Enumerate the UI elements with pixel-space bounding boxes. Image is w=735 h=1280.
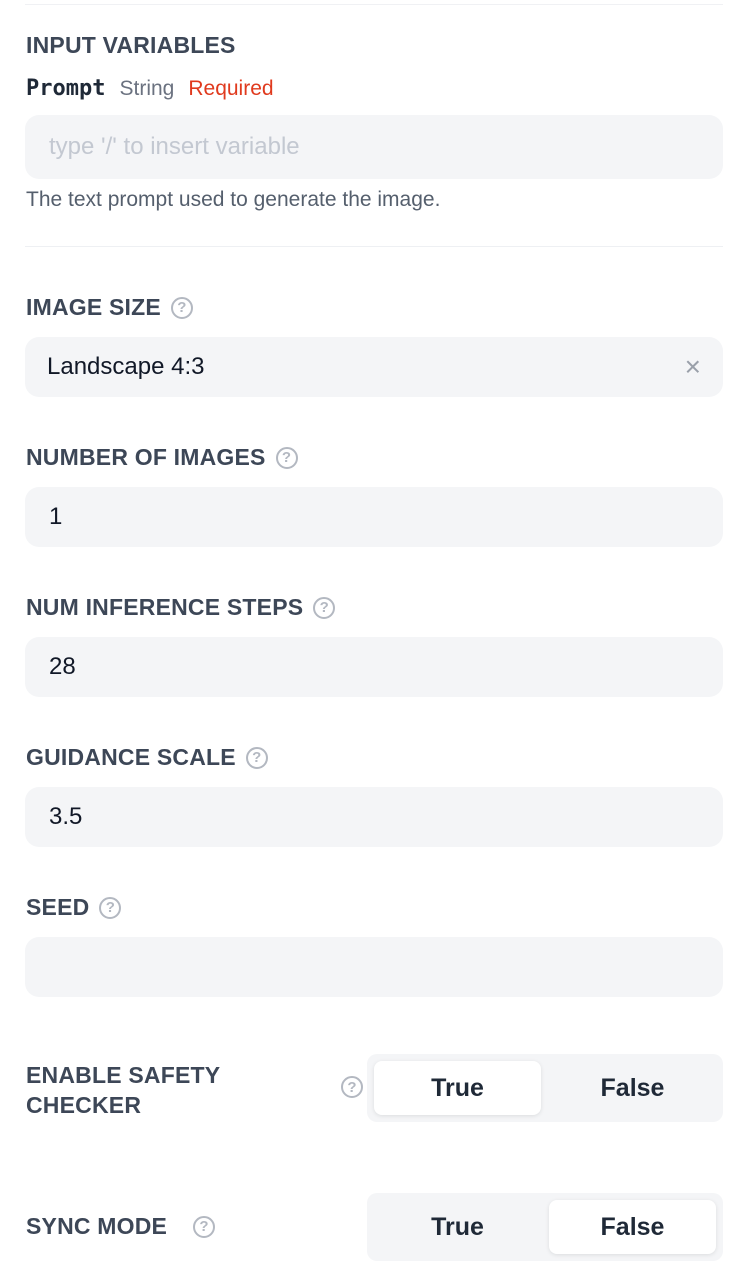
sync-mode-label: SYNC MODE ? <box>26 1213 216 1240</box>
help-icon[interactable]: ? <box>313 596 336 619</box>
help-icon[interactable]: ? <box>245 746 268 769</box>
section-divider <box>25 246 723 247</box>
prompt-label-row: Prompt String Required <box>26 76 274 106</box>
prompt-description: The text prompt used to generate the ima… <box>26 188 441 211</box>
num-inference-steps-label: NUM INFERENCE STEPS ? <box>26 594 336 621</box>
number-of-images-label-text: NUMBER OF IMAGES <box>26 444 266 470</box>
help-icon[interactable]: ? <box>341 1076 363 1098</box>
number-of-images-label: NUMBER OF IMAGES ? <box>26 444 298 471</box>
prompt-required-badge: Required <box>188 77 274 100</box>
image-size-value: Landscape 4:3 <box>47 353 205 380</box>
number-of-images-input[interactable] <box>25 487 723 547</box>
safety-checker-true-button[interactable]: True <box>374 1061 541 1115</box>
help-icon[interactable]: ? <box>99 896 122 919</box>
help-icon[interactable]: ? <box>193 1215 216 1238</box>
guidance-scale-label: GUIDANCE SCALE ? <box>26 744 268 771</box>
guidance-scale-input[interactable] <box>25 787 723 847</box>
safety-checker-label: ENABLE SAFETY CHECKER <box>26 1060 220 1120</box>
safety-checker-label-line2: CHECKER <box>26 1092 142 1118</box>
sync-mode-label-text: SYNC MODE <box>26 1213 168 1239</box>
seed-label-text: SEED <box>26 894 90 920</box>
safety-checker-label-line1: ENABLE SAFETY <box>26 1062 221 1088</box>
image-size-select[interactable]: Landscape 4:3 × <box>25 337 723 397</box>
num-inference-steps-input[interactable] <box>25 637 723 697</box>
sync-mode-toggle: True False <box>367 1193 723 1261</box>
image-size-label: IMAGE SIZE ? <box>26 294 193 321</box>
help-icon[interactable]: ? <box>275 446 298 469</box>
image-size-label-text: IMAGE SIZE <box>26 294 161 320</box>
section-title: INPUT VARIABLES <box>26 32 236 58</box>
sync-mode-false-button[interactable]: False <box>549 1200 716 1254</box>
guidance-scale-label-text: GUIDANCE SCALE <box>26 744 236 770</box>
close-icon[interactable]: × <box>685 353 701 381</box>
safety-checker-toggle: True False <box>367 1054 723 1122</box>
safety-checker-false-button[interactable]: False <box>549 1061 716 1115</box>
top-divider <box>25 4 723 5</box>
prompt-type: String <box>119 77 175 100</box>
seed-input[interactable] <box>25 937 723 997</box>
help-icon[interactable]: ? <box>170 296 193 319</box>
num-inference-steps-label-text: NUM INFERENCE STEPS <box>26 594 304 620</box>
prompt-name: Prompt <box>26 76 106 101</box>
prompt-input[interactable] <box>25 115 723 179</box>
sync-mode-true-button[interactable]: True <box>374 1200 541 1254</box>
seed-label: SEED ? <box>26 894 122 921</box>
